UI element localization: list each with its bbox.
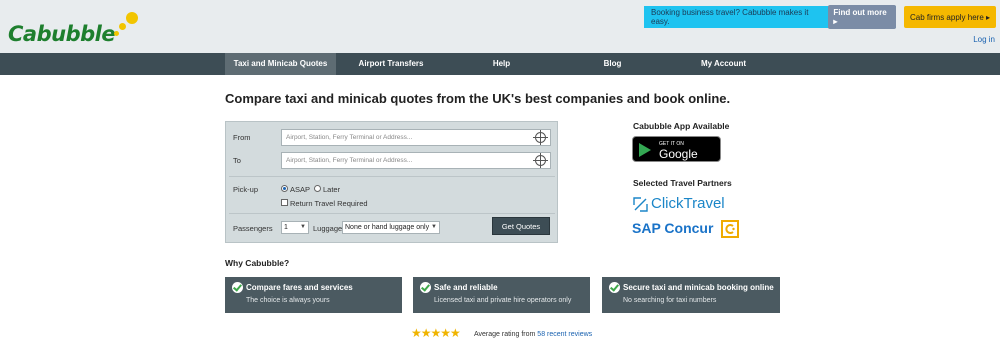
- gplay-big-text: Google Play: [659, 147, 698, 175]
- feature-card: Compare fares and services The choice is…: [225, 277, 402, 313]
- check-icon: [420, 282, 431, 293]
- to-label: To: [233, 156, 241, 165]
- pickup-asap-label: ASAP: [290, 185, 311, 194]
- app-available-title: Cabubble App Available: [633, 121, 730, 131]
- site-header: Cabubble Booking business travel? Cabubb…: [0, 0, 1000, 53]
- feature-card: Secure taxi and minicab booking online N…: [602, 277, 780, 313]
- feature-subtitle: Licensed taxi and private hire operators…: [434, 297, 572, 304]
- logo-text: Cabubble: [8, 22, 116, 46]
- feature-title: Compare fares and services: [246, 283, 353, 292]
- pickup-asap-radio[interactable]: [281, 185, 288, 192]
- pickup-label: Pick-up: [233, 185, 259, 194]
- rating-label: Average rating from: [474, 331, 538, 338]
- feature-title: Secure taxi and minicab booking online: [623, 283, 774, 292]
- concur-c-icon: [721, 220, 739, 238]
- feature-subtitle: The choice is always yours: [246, 297, 330, 304]
- nav-item-help[interactable]: Help: [446, 53, 557, 75]
- feature-title: Safe and reliable: [434, 283, 498, 292]
- rating-summary: ★★★★★ Average rating from 58 recent revi…: [411, 326, 611, 342]
- from-input[interactable]: Airport, Station, Ferry Terminal or Addr…: [281, 129, 551, 146]
- nav-item-my-account[interactable]: My Account: [668, 53, 779, 75]
- logo-bubble-icon: [126, 12, 138, 24]
- page-title: Compare taxi and minicab quotes from the…: [225, 91, 731, 106]
- why-cabubble-title: Why Cabubble?: [225, 258, 290, 268]
- return-travel-checkbox[interactable]: [281, 199, 288, 206]
- quote-form: From Airport, Station, Ferry Terminal or…: [225, 121, 558, 243]
- clicktravel-text: ClickTravel: [651, 195, 725, 212]
- logo-bubble-icon: [114, 31, 119, 36]
- locate-from-icon[interactable]: [533, 130, 548, 145]
- return-travel-label: Return Travel Required: [290, 199, 368, 208]
- rating-text: Average rating from 58 recent reviews: [474, 331, 592, 338]
- pickup-later-radio[interactable]: [314, 185, 321, 192]
- locate-to-icon[interactable]: [533, 153, 548, 168]
- passengers-label: Passengers: [233, 224, 273, 233]
- main-nav: Taxi and Minicab Quotes Airport Transfer…: [0, 53, 1000, 75]
- clicktravel-logo[interactable]: ClickTravel: [632, 195, 742, 213]
- feature-card: Safe and reliable Licensed taxi and priv…: [413, 277, 590, 313]
- cab-firms-apply-button[interactable]: Cab firms apply here ▸: [904, 6, 996, 28]
- login-link[interactable]: Log in: [973, 35, 995, 44]
- cabubble-logo[interactable]: Cabubble: [8, 10, 138, 46]
- logo-bubble-icon: [119, 23, 126, 30]
- chevron-down-icon: ▼: [300, 224, 306, 230]
- nav-item-blog[interactable]: Blog: [557, 53, 668, 75]
- form-divider: [229, 176, 555, 177]
- business-travel-text: Booking business travel? Cabubble makes …: [651, 8, 809, 26]
- google-play-icon: [639, 143, 651, 157]
- luggage-label: Luggage: [313, 224, 343, 233]
- form-divider: [229, 213, 555, 214]
- luggage-value: None or hand luggage only: [345, 224, 430, 231]
- star-rating-icon: ★★★★★: [411, 326, 461, 340]
- chevron-down-icon: ▼: [431, 224, 437, 230]
- luggage-select[interactable]: None or hand luggage only ▼: [342, 221, 440, 234]
- passengers-value: 1: [284, 224, 288, 231]
- sap-concur-logo[interactable]: SAP Concur: [632, 220, 742, 240]
- nav-item-airport-transfers[interactable]: Airport Transfers: [336, 53, 446, 75]
- clicktravel-icon: [633, 197, 648, 212]
- check-icon: [232, 282, 243, 293]
- passengers-select[interactable]: 1 ▼: [281, 221, 309, 234]
- nav-item-taxi-quotes[interactable]: Taxi and Minicab Quotes: [225, 53, 336, 75]
- business-travel-banner: Booking business travel? Cabubble makes …: [644, 5, 896, 29]
- google-play-badge[interactable]: GET IT ON Google Play: [632, 136, 721, 175]
- get-quotes-button[interactable]: Get Quotes: [492, 217, 550, 235]
- pickup-later-label: Later: [323, 185, 341, 194]
- find-out-more-button[interactable]: Find out more ▸: [828, 5, 896, 29]
- feature-subtitle: No searching for taxi numbers: [623, 297, 717, 304]
- sap-concur-text: SAP Concur: [632, 220, 714, 236]
- recent-reviews-link[interactable]: 58 recent reviews: [537, 331, 592, 338]
- to-input[interactable]: Airport, Station, Ferry Terminal or Addr…: [281, 152, 551, 169]
- from-label: From: [233, 133, 251, 142]
- partners-title: Selected Travel Partners: [633, 178, 732, 188]
- check-icon: [609, 282, 620, 293]
